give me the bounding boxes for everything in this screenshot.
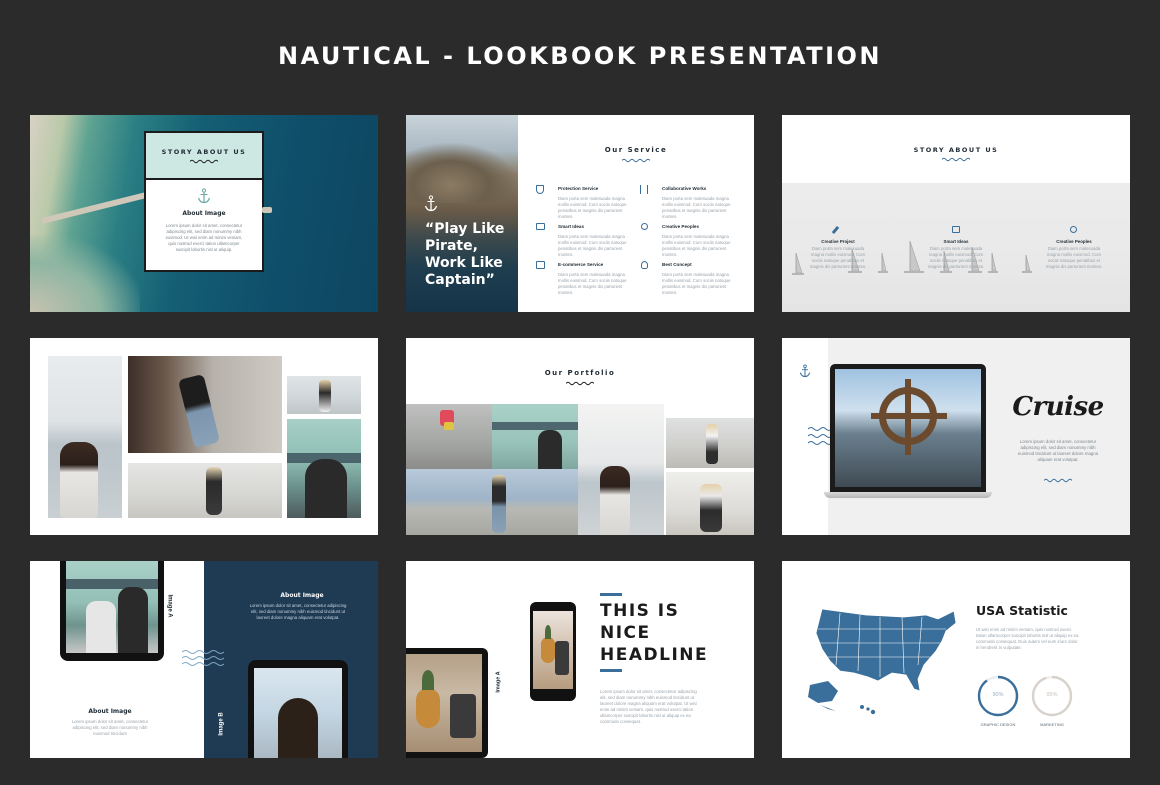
- usa-statistic-body: Ut wisi enim ad minim veniam, quis nostr…: [976, 627, 1079, 650]
- women-snow-photo: [128, 463, 282, 518]
- woman-scarf-photo: [66, 561, 158, 653]
- tablet-a: [60, 561, 164, 661]
- cruise-body: Lorem ipsum dolor sit amet, consectetur …: [1017, 439, 1099, 462]
- pirate-quote: “Play Like Pirate, Work Like Captain”: [425, 221, 505, 288]
- feature-title: Creative Project: [821, 239, 855, 244]
- stat-value: 95%: [1046, 692, 1058, 698]
- about-image-left-heading: About Image: [88, 708, 132, 715]
- slide-about-image-tablets[interactable]: Image A About Image Lorem ipsum dolor si…: [30, 561, 378, 758]
- friends-snow-photo: [666, 472, 754, 535]
- image-a-label: Image A: [166, 594, 173, 618]
- service-body: Diam porta sem malesuada magna mollis eu…: [558, 234, 627, 257]
- woman-camera-beach-photo: [48, 356, 122, 518]
- chat-icon: [536, 223, 545, 230]
- headline-body: Lorem ipsum dolor sit amet, consectetur …: [600, 689, 697, 724]
- anchor-icon: [424, 195, 438, 212]
- wave-divider-icon: [566, 381, 594, 386]
- service-body: Diam porta sem malesuada magna mollis eu…: [558, 196, 627, 219]
- wave-divider-icon: [1044, 478, 1072, 483]
- service-body: Diam porta sem malesuada magna mollis eu…: [558, 272, 627, 295]
- wave-divider-icon: [942, 157, 970, 162]
- service-title: Protection Service: [558, 186, 599, 191]
- service-title: Best Concept: [662, 262, 692, 267]
- story-header: STORY ABOUT US: [913, 146, 999, 154]
- laptop: [824, 364, 992, 500]
- about-image-right-heading: About Image: [280, 592, 324, 599]
- page-title: NAUTICAL - LOOKBOOK PRESENTATION: [278, 42, 882, 70]
- service-header: Our Service: [604, 146, 668, 154]
- tablet-b: [248, 660, 348, 758]
- slide-nice-headline[interactable]: Image A THIS IS NICE HEADLINE Lorem ipsu…: [406, 561, 754, 758]
- about-image-left-body: Lorem ipsum dolor sit amet, consectetur …: [71, 719, 149, 736]
- feature-body: Diam porta sem malesuada magna mollis eu…: [809, 246, 867, 269]
- feature-body: Diam porta sem malesuada magna mollis eu…: [1045, 246, 1103, 269]
- anchor-icon: [799, 364, 811, 378]
- portfolio-header: Our Portfolio: [544, 369, 616, 377]
- service-body: Diam porta sem malesuada magna mollis eu…: [662, 234, 731, 257]
- service-body: Diam porta sem malesuada magna mollis eu…: [662, 196, 731, 219]
- story-box-header: STORY ABOUT US: [161, 148, 247, 156]
- image-b-label: Image B: [218, 712, 225, 736]
- small-pier: [262, 207, 272, 213]
- shoreline-shape: [30, 235, 140, 312]
- shield-icon: [536, 185, 544, 194]
- woman-jacket-sand-photo: [666, 418, 754, 468]
- user-icon: [1070, 226, 1077, 233]
- usa-map: [808, 608, 957, 715]
- headline-bar-top: [600, 593, 622, 596]
- shoes-backpack-photo: [406, 404, 492, 469]
- cruise-heading: Cruise: [1012, 392, 1104, 422]
- wave-lines-icon: [182, 650, 224, 666]
- woman-scarf-photo: [287, 419, 361, 518]
- woman-camera-photo: [578, 404, 664, 535]
- slide-photo-collage[interactable]: [30, 338, 378, 535]
- stat-label: GRAPHIC DESIGN: [980, 722, 1016, 727]
- chat-icon: [952, 226, 960, 233]
- usa-statistic-heading: USA Statistic: [976, 603, 1068, 618]
- service-title: Creative Peoples: [662, 224, 700, 229]
- phone-pineapple-photo: [533, 611, 573, 689]
- shop-icon: [536, 261, 545, 269]
- tablet-device: [406, 648, 488, 758]
- slide-our-portfolio[interactable]: Our Portfolio: [406, 338, 754, 535]
- slide-story-about-us-sailboats[interactable]: STORY ABOUT US Creative Project Diam por…: [782, 115, 1130, 312]
- image-a-label: Image A: [495, 671, 502, 693]
- pineapple: [416, 688, 440, 728]
- about-image-body: Lorem ipsum dolor sit amet, consectetur …: [165, 223, 243, 252]
- stat-label: MARKETING: [1040, 722, 1064, 727]
- ship-wheel-photo: [835, 369, 981, 487]
- stat-value: 90%: [992, 692, 1004, 698]
- story-box: STORY ABOUT US About Image Lorem ipsum d…: [144, 131, 264, 272]
- slide-our-service[interactable]: “Play Like Pirate, Work Like Captain” Ou…: [406, 115, 754, 312]
- pineapple-bag-photo: [406, 654, 482, 752]
- nice-headline: THIS IS NICE HEADLINE: [600, 601, 709, 665]
- about-image-heading: About Image: [182, 210, 226, 217]
- woman-ledge-photo: [406, 469, 578, 535]
- about-image-right-body: Lorem ipsum dolor sit amet, consectetur …: [249, 603, 347, 620]
- feature-title: Creative Peoples: [1056, 239, 1092, 244]
- user-icon: [641, 223, 648, 230]
- bulb-icon: [641, 261, 648, 269]
- service-title: Smart Ideas: [558, 224, 585, 229]
- slide-usa-statistic[interactable]: USA Statistic Ut wisi enim ad minim veni…: [782, 561, 1130, 758]
- woman-mint-scarf-photo: [492, 404, 578, 469]
- sliders-icon: [640, 185, 648, 194]
- service-title: E-commerce Service: [558, 262, 604, 267]
- headline-bar-bottom: [600, 669, 622, 672]
- woman-leaning-wall-photo: [128, 356, 282, 453]
- feature-title: Smart Ideas: [943, 239, 969, 244]
- service-body: Diam porta sem malesuada magna mollis eu…: [662, 272, 731, 295]
- woman-hair-sky-photo: [254, 668, 342, 758]
- wave-divider-icon: [622, 158, 650, 163]
- feature-body: Diam porta sem malesuada magna mollis eu…: [927, 246, 985, 269]
- phone-device: [530, 602, 576, 701]
- anchor-icon: [197, 188, 211, 204]
- slide-cruise[interactable]: Cruise Lorem ipsum dolor sit amet, conse…: [782, 338, 1130, 535]
- wave-divider-icon: [190, 159, 218, 164]
- slide-story-about-us-aerial[interactable]: STORY ABOUT US About Image Lorem ipsum d…: [30, 115, 378, 312]
- service-title: Collaborative Works: [662, 186, 707, 191]
- friends-beach-photo: [287, 376, 361, 414]
